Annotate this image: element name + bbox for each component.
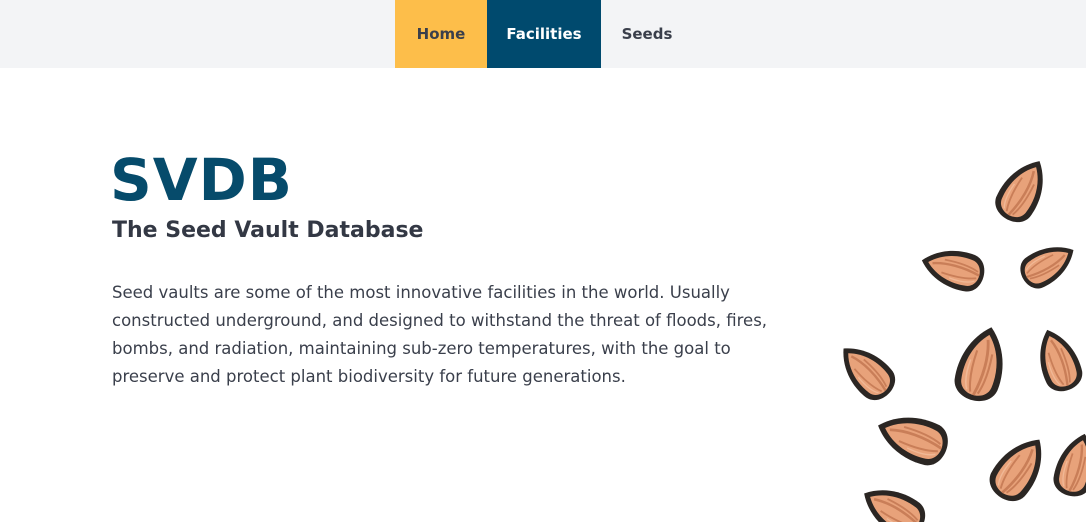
- nav-seeds[interactable]: Seeds: [601, 0, 693, 68]
- nav-facilities[interactable]: Facilities: [487, 0, 601, 68]
- page-title: SVDB: [110, 146, 294, 214]
- hero-description: Seed vaults are some of the most innovat…: [112, 283, 768, 386]
- top-navbar: Home Facilities Seeds: [0, 0, 1086, 68]
- seeds-illustration-icon: [830, 135, 1086, 522]
- page-subtitle: The Seed Vault Database: [112, 218, 424, 243]
- nav-home[interactable]: Home: [395, 0, 487, 68]
